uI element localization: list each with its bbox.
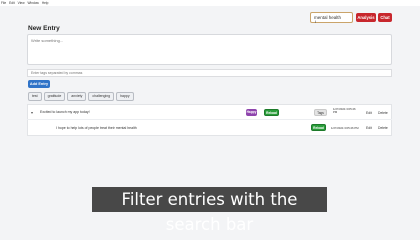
entry-timestamp: 1/27/2024 3:05:26 PM bbox=[331, 126, 359, 130]
reload-button[interactable]: Reload bbox=[264, 109, 279, 116]
page-title: New Entry bbox=[28, 25, 60, 32]
menu-window[interactable]: Window bbox=[28, 0, 39, 6]
analysis-button[interactable]: Analysis bbox=[356, 13, 376, 22]
chat-button[interactable]: Chat bbox=[378, 13, 392, 22]
text-cursor-icon: I bbox=[315, 19, 317, 24]
menu-edit[interactable]: Edit bbox=[9, 0, 15, 6]
tag-chip[interactable]: anxiety bbox=[67, 92, 87, 101]
tag-chip[interactable]: gratitude bbox=[43, 92, 66, 101]
reload-button[interactable]: Reload bbox=[311, 124, 326, 131]
add-entry-button[interactable]: Add Entry bbox=[28, 80, 50, 88]
delete-link[interactable]: Delete bbox=[378, 111, 388, 115]
emotion-badge: Happy bbox=[246, 109, 257, 116]
delete-link[interactable]: Delete bbox=[378, 126, 388, 130]
menu-help[interactable]: Help bbox=[42, 0, 49, 6]
menu-file[interactable]: File bbox=[1, 0, 6, 6]
tag-chip[interactable]: happy bbox=[116, 92, 134, 101]
menu-view[interactable]: View bbox=[18, 0, 25, 6]
entry-text: Excited to launch my app today! bbox=[40, 110, 90, 114]
entry-text: I hope to help lots of people treat thei… bbox=[56, 126, 137, 130]
entry-timestamp: 1/27/2024 3:05:26 PM bbox=[333, 107, 356, 115]
edit-link[interactable]: Edit bbox=[366, 126, 372, 130]
menu-bar: File Edit View Window Help bbox=[0, 0, 420, 6]
edit-link[interactable]: Edit bbox=[366, 111, 372, 115]
entry-textarea[interactable] bbox=[27, 34, 392, 65]
tag-chip[interactable]: test bbox=[28, 92, 42, 101]
divider bbox=[27, 119, 392, 120]
search-input[interactable] bbox=[310, 12, 353, 23]
tag-badge: Tags bbox=[314, 109, 327, 116]
chevron-down-icon[interactable]: ▾ bbox=[31, 110, 33, 115]
tag-filter-list: test gratitude anxiety challenging happy bbox=[28, 92, 134, 101]
tag-chip[interactable]: challenging bbox=[88, 92, 115, 101]
tags-input[interactable] bbox=[27, 69, 392, 77]
video-caption: Filter entries with the search bar bbox=[92, 187, 327, 234]
